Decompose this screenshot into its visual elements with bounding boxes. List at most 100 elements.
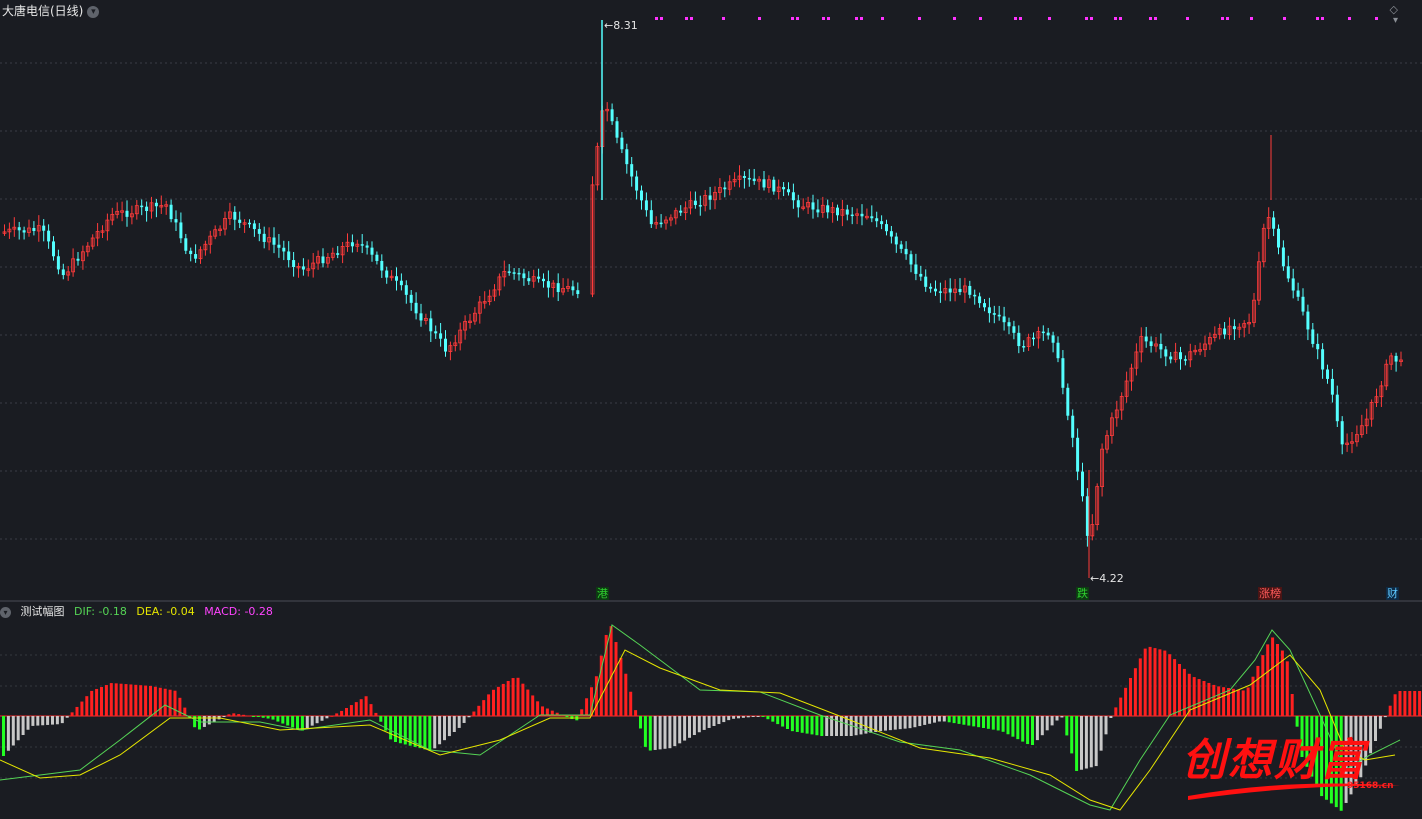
- candle-body: [1321, 349, 1325, 370]
- signal-dot: [855, 17, 858, 20]
- candle-body: [796, 200, 800, 208]
- macd-bar: [1217, 686, 1221, 716]
- chevron-down-icon[interactable]: ▾: [87, 5, 100, 18]
- signal-dot: [1149, 17, 1152, 20]
- macd-bar: [511, 678, 515, 716]
- macd-bar: [2, 716, 5, 756]
- candle-body: [61, 269, 65, 276]
- macd-bar: [487, 694, 491, 716]
- macd-bar: [291, 716, 295, 728]
- macd-bar: [1035, 716, 1039, 741]
- candle-body: [987, 307, 991, 314]
- macd-bar: [139, 685, 143, 716]
- macd-bar: [1055, 716, 1059, 721]
- macd-bar: [276, 716, 280, 722]
- macd-bar: [972, 716, 976, 727]
- macd-bar: [85, 696, 89, 716]
- macd-bar: [648, 716, 652, 751]
- macd-bar: [712, 716, 716, 726]
- signal-dot: [1316, 17, 1319, 20]
- chevron-down-icon[interactable]: ▾: [1393, 15, 1398, 26]
- macd-bar: [433, 716, 437, 749]
- macd-bar: [928, 716, 932, 724]
- candle-body: [1311, 329, 1315, 344]
- candle-body: [248, 222, 251, 225]
- macd-bar: [741, 716, 745, 718]
- macd-bar: [340, 710, 344, 716]
- candle-body: [708, 195, 712, 200]
- macd-bar: [379, 716, 383, 722]
- candle-body: [772, 179, 776, 192]
- candle-body: [1272, 217, 1276, 229]
- candle-body: [752, 178, 756, 182]
- macd-bar: [271, 716, 275, 720]
- chart-stage[interactable]: [0, 0, 1422, 815]
- candle-body: [885, 224, 888, 232]
- macd-bar: [854, 716, 858, 736]
- candle-body: [914, 264, 918, 274]
- macd-bar: [247, 715, 250, 717]
- macd-bar: [947, 716, 951, 723]
- macd-bar: [443, 716, 446, 741]
- macd-bar: [1271, 637, 1275, 716]
- macd-bar: [1075, 716, 1079, 771]
- candle-body: [870, 216, 874, 219]
- candle-body: [507, 271, 511, 273]
- macd-bar: [898, 716, 902, 730]
- candle-body: [571, 286, 575, 291]
- macd-bar: [100, 687, 103, 716]
- candle-body: [1012, 326, 1016, 333]
- macd-bar: [903, 716, 907, 729]
- macd-bar: [1011, 716, 1015, 737]
- macd-bar: [1256, 665, 1260, 716]
- candle-body: [909, 254, 913, 265]
- macd-bar: [1040, 716, 1044, 736]
- event-marker-die[interactable]: 跌: [1076, 587, 1089, 600]
- macd-bar: [835, 716, 838, 736]
- signal-dot: [1154, 17, 1157, 20]
- chevron-down-icon[interactable]: ▾: [0, 606, 11, 618]
- macd-bar: [986, 716, 990, 729]
- macd-bar: [1246, 687, 1250, 716]
- event-marker-zhangbang[interactable]: 涨榜: [1258, 587, 1282, 600]
- macd-bar: [1050, 716, 1054, 726]
- candle-body: [997, 314, 1001, 317]
- macd-bar: [697, 716, 701, 733]
- candle-body: [17, 227, 21, 231]
- macd-bar: [222, 716, 226, 717]
- macd-bar: [1094, 716, 1098, 767]
- macd-bar: [1138, 658, 1142, 716]
- macd-bar: [163, 688, 167, 716]
- event-marker-cai[interactable]: 财: [1386, 587, 1399, 600]
- macd-bar: [653, 716, 657, 750]
- indicator-name: 测试幅图: [20, 605, 65, 618]
- candle-body: [860, 213, 864, 217]
- candle-body: [125, 210, 129, 217]
- candle-body: [1183, 359, 1187, 361]
- candle-body: [1330, 378, 1334, 395]
- macd-bar: [212, 716, 216, 722]
- candle-body: [1232, 326, 1236, 330]
- macd-bar: [1153, 648, 1157, 716]
- macd-bar: [1173, 659, 1177, 716]
- signal-dot: [881, 17, 884, 20]
- macd-bar: [55, 716, 59, 725]
- candle-body: [52, 241, 55, 257]
- event-marker-gang[interactable]: 港: [596, 587, 609, 600]
- macd-bar: [521, 683, 525, 716]
- macd-bar: [418, 716, 422, 749]
- signal-dot: [1348, 17, 1351, 20]
- macd-bar: [957, 716, 961, 724]
- kline-chart[interactable]: [0, 0, 1422, 815]
- candle-body: [978, 296, 982, 304]
- macd-bar: [261, 716, 265, 718]
- macd-bar: [1261, 655, 1265, 716]
- macd-bar: [526, 689, 530, 716]
- macd-bar: [462, 716, 466, 723]
- candle-body: [919, 273, 923, 277]
- macd-bar: [585, 698, 589, 716]
- candle-body: [811, 202, 815, 210]
- macd-bar: [805, 716, 809, 734]
- candle-body: [1159, 343, 1163, 350]
- candle-body: [542, 278, 545, 282]
